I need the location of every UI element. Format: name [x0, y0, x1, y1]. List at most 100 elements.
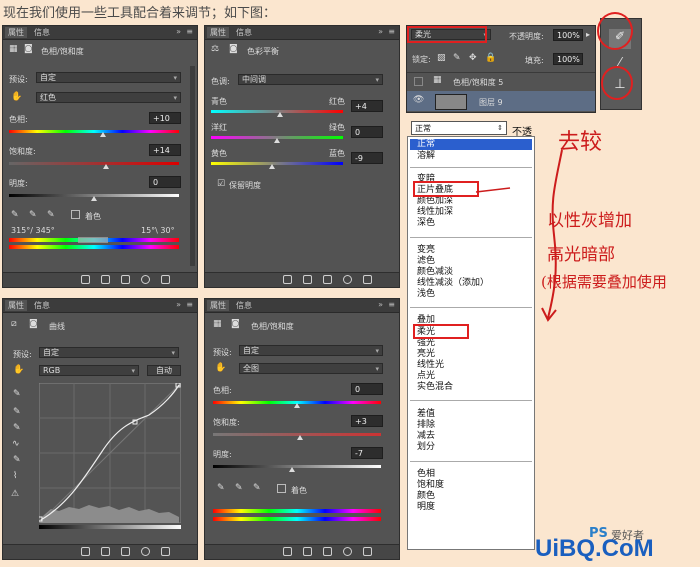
eyedropper-plus-icon[interactable]: ✎	[29, 210, 37, 220]
yellow-blue-value-input[interactable]: -9	[351, 152, 383, 164]
visibility-eye-icon[interactable]	[343, 275, 352, 284]
hue-value-input[interactable]: +10	[149, 112, 181, 124]
menu-item[interactable]: 变亮	[417, 245, 435, 255]
collapse-icon[interactable]: »	[378, 27, 383, 36]
lock-transparent-icon[interactable]: ▨	[437, 53, 446, 63]
menu-item[interactable]: 色相	[417, 469, 435, 479]
channel-select[interactable]: 全图 ▾	[239, 363, 383, 374]
clipping-warning-icon[interactable]: ⚠	[11, 489, 19, 499]
saturation-slider-track[interactable]	[9, 162, 179, 165]
hue-slider-track[interactable]	[9, 130, 179, 133]
tab-properties[interactable]: 属性	[207, 300, 229, 311]
colorize-checkbox[interactable]	[277, 484, 286, 493]
cyan-red-value-input[interactable]: +4	[351, 100, 383, 112]
hue-value-input[interactable]: 0	[351, 383, 383, 395]
menu-item[interactable]: 颜色减淡	[417, 267, 453, 277]
eyedropper-white-icon[interactable]: ✎	[13, 423, 21, 433]
tab-info[interactable]: 信息	[233, 300, 255, 311]
hand-tool-icon[interactable]: ✋	[215, 363, 226, 373]
hand-tool-icon[interactable]: ✋	[11, 92, 22, 102]
scrollbar[interactable]	[190, 66, 195, 266]
clip-to-layer-icon[interactable]	[81, 547, 90, 556]
lightness-value-input[interactable]: 0	[149, 176, 181, 188]
menu-item[interactable]: 实色混合	[417, 382, 453, 392]
eyedropper-gray-icon[interactable]: ✎	[13, 407, 21, 417]
blend-mode-dropdown-header[interactable]: 正常 ⇕	[411, 121, 507, 135]
menu-item[interactable]: 深色	[417, 218, 435, 228]
eyedropper-icon[interactable]: ✎	[217, 483, 225, 493]
menu-item[interactable]: 正常	[417, 139, 435, 149]
panel-menu-icon[interactable]: ≡	[186, 300, 193, 309]
trash-icon[interactable]	[161, 547, 170, 556]
yellow-blue-slider-track[interactable]	[211, 162, 343, 165]
tab-properties[interactable]: 属性	[5, 300, 27, 311]
eyedropper-black-icon[interactable]: ✎	[13, 389, 21, 399]
auto-button[interactable]: 自动	[147, 365, 181, 376]
trash-icon[interactable]	[363, 275, 372, 284]
view-previous-icon[interactable]	[101, 547, 110, 556]
menu-item[interactable]: 减去	[417, 431, 435, 441]
tone-select[interactable]: 中间调 ▾	[238, 74, 383, 85]
tab-info[interactable]: 信息	[31, 27, 53, 38]
smooth-icon[interactable]: ⌇	[13, 471, 17, 481]
preserve-luminosity-checkbox[interactable]: ☑	[217, 179, 225, 189]
menu-item[interactable]: 线性加深	[417, 207, 453, 217]
eyedropper-plus-icon[interactable]: ✎	[235, 483, 243, 493]
trash-icon[interactable]	[161, 275, 170, 284]
saturation-value-input[interactable]: +14	[149, 144, 181, 156]
menu-item[interactable]: 明度	[417, 502, 435, 512]
view-previous-icon[interactable]	[101, 275, 110, 284]
menu-item[interactable]: 划分	[417, 442, 435, 452]
lightness-slider-thumb[interactable]	[289, 467, 295, 472]
visibility-box[interactable]	[414, 77, 423, 86]
menu-item[interactable]: 点光	[417, 371, 435, 381]
tab-info[interactable]: 信息	[31, 300, 53, 311]
visibility-eye-icon[interactable]	[141, 275, 150, 284]
colorize-checkbox[interactable]	[71, 210, 80, 219]
lock-position-icon[interactable]: ✥	[469, 53, 477, 63]
preset-select[interactable]: 自定 ▾	[39, 347, 179, 358]
menu-item[interactable]: 颜色	[417, 491, 435, 501]
lock-paint-icon[interactable]: ✎	[453, 53, 461, 63]
menu-item[interactable]: 排除	[417, 420, 435, 430]
menu-item[interactable]: 饱和度	[417, 480, 444, 490]
collapse-icon[interactable]: »	[176, 300, 181, 309]
lightness-slider-thumb[interactable]	[91, 196, 97, 201]
hue-range-selector[interactable]	[78, 237, 108, 243]
opacity-input[interactable]: 100%	[553, 29, 583, 41]
curves-graph[interactable]	[39, 383, 181, 523]
trash-icon[interactable]	[363, 547, 372, 556]
cyan-red-slider-thumb[interactable]	[277, 112, 283, 117]
menu-item[interactable]: 亮光	[417, 349, 435, 359]
preset-select[interactable]: 自定 ▾	[239, 345, 383, 356]
layer-row[interactable]: ▦ 色相/饱和度 5	[407, 72, 595, 91]
curve-point-tool-icon[interactable]: ∿	[12, 439, 20, 449]
menu-item[interactable]: 溶解	[417, 151, 435, 161]
saturation-slider-thumb[interactable]	[297, 435, 303, 440]
panel-menu-icon[interactable]: ≡	[186, 27, 193, 36]
tab-properties[interactable]: 属性	[5, 27, 27, 38]
visibility-eye-icon[interactable]	[343, 547, 352, 556]
reset-icon[interactable]	[121, 275, 130, 284]
reset-icon[interactable]	[121, 547, 130, 556]
panel-menu-icon[interactable]: ≡	[388, 300, 395, 309]
reset-icon[interactable]	[323, 547, 332, 556]
pencil-tool-icon[interactable]: ✎	[13, 455, 21, 465]
menu-item[interactable]: 强光	[417, 338, 435, 348]
preset-select[interactable]: 自定 ▾	[36, 72, 181, 83]
tab-properties[interactable]: 属性	[207, 27, 229, 38]
menu-item[interactable]: 浅色	[417, 289, 435, 299]
reset-icon[interactable]	[323, 275, 332, 284]
yellow-blue-slider-thumb[interactable]	[269, 164, 275, 169]
lightness-slider-track[interactable]	[213, 465, 381, 468]
clip-to-layer-icon[interactable]	[283, 275, 292, 284]
view-previous-icon[interactable]	[303, 547, 312, 556]
saturation-value-input[interactable]: +3	[351, 415, 383, 427]
tab-info[interactable]: 信息	[233, 27, 255, 38]
fill-input[interactable]: 100%	[553, 53, 583, 65]
saturation-slider-thumb[interactable]	[103, 164, 109, 169]
view-previous-icon[interactable]	[303, 275, 312, 284]
clip-to-layer-icon[interactable]	[81, 275, 90, 284]
opacity-arrow[interactable]: ▸	[586, 30, 590, 39]
panel-menu-icon[interactable]: ≡	[388, 27, 395, 36]
